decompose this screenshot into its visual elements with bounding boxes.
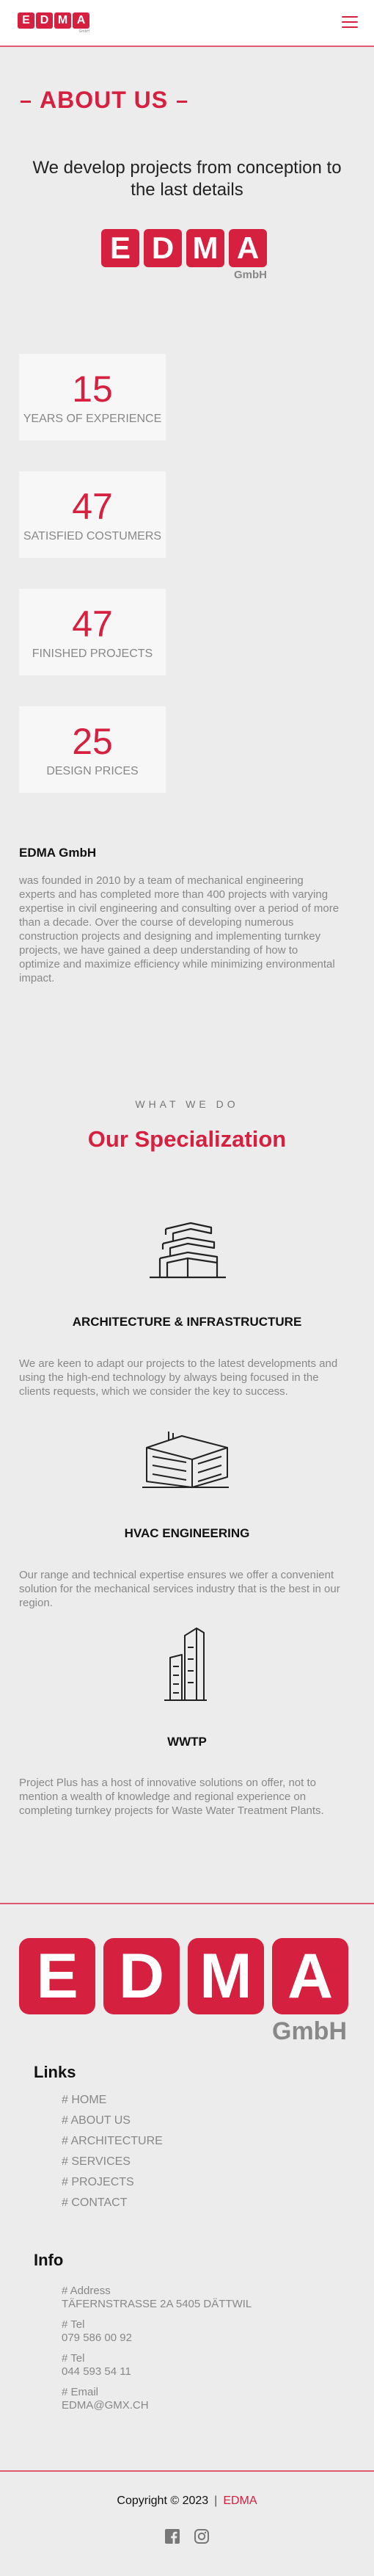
- logo-letter-e: E: [18, 12, 34, 29]
- copyright-bar: Copyright © 2023 | EDMA: [0, 2495, 374, 2508]
- footer-logo[interactable]: E D M A GmbH: [19, 1938, 348, 2045]
- footer-links-list: # HOME # ABOUT US # ARCHITECTURE # SERVI…: [62, 2094, 163, 2217]
- logo-letter-m: M: [186, 229, 224, 267]
- service-title-wwtp: WWTP: [167, 1735, 207, 1749]
- company-description: was founded in 2010 by a team of mechani…: [19, 874, 340, 984]
- stat-label: FINISHED PROJECTS: [32, 647, 153, 660]
- footer-links-heading: Links: [34, 2063, 76, 2081]
- top-navbar: E D M A GmbH: [0, 0, 374, 47]
- logo-letter-a: A: [272, 1938, 348, 2014]
- info-tel-1: # Tel 079 586 00 92: [62, 2318, 132, 2345]
- logo-letter-d: D: [103, 1938, 180, 2014]
- stat-label: DESIGN PRICES: [46, 765, 139, 777]
- info-label: # Address: [62, 2285, 111, 2297]
- logo-letter-e: E: [101, 229, 139, 267]
- company-name: EDMA GmbH: [19, 846, 97, 860]
- copyright-divider: [0, 2470, 374, 2472]
- stat-card-experience: 15 YEARS OF EXPERIENCE: [19, 354, 166, 440]
- info-tel-2: # Tel 044 593 54 11: [62, 2352, 131, 2379]
- info-address: # Address TÄFERNSTRASSE 2A 5405 DÄTTWIL: [62, 2285, 252, 2311]
- about-logo: E D M A GmbH: [101, 229, 267, 281]
- stat-label: YEARS OF EXPERIENCE: [23, 413, 162, 425]
- stat-number: 47: [72, 486, 113, 527]
- tower-buildings-icon: [164, 1628, 207, 1701]
- stat-card-customers: 47 SATISFIED COSTUMERS: [19, 471, 166, 558]
- info-value[interactable]: EDMA@GMX.CH: [62, 2399, 149, 2412]
- footer-link-about[interactable]: # ABOUT US: [62, 2114, 163, 2135]
- hvac-building-icon: [142, 1432, 229, 1488]
- footer-info-heading: Info: [34, 2251, 64, 2269]
- stat-number: 25: [72, 721, 113, 762]
- section-eyebrow: WHAT WE DO: [135, 1098, 239, 1110]
- service-description-architecture: We are keen to adapt our projects to the…: [19, 1357, 338, 1398]
- hamburger-menu-icon[interactable]: [342, 16, 358, 29]
- stat-number: 47: [72, 603, 113, 645]
- logo-letter-m: M: [54, 12, 71, 29]
- footer-divider: [0, 1903, 374, 1904]
- about-tagline: We develop projects from conception to t…: [32, 158, 342, 200]
- logo-letter-a: A: [73, 12, 89, 29]
- title-dash-right: [177, 101, 188, 104]
- logo-letter-d: D: [144, 229, 182, 267]
- footer-link-services[interactable]: # SERVICES: [62, 2155, 163, 2176]
- logo-letter-e: E: [19, 1938, 95, 2014]
- instagram-icon[interactable]: [194, 2528, 210, 2544]
- service-description-hvac: Our range and technical expertise ensure…: [19, 1569, 340, 1609]
- stat-card-design-prices: 25 DESIGN PRICES: [19, 706, 166, 793]
- copyright-brand-link[interactable]: EDMA: [223, 2495, 257, 2507]
- stat-number: 15: [72, 369, 113, 410]
- logo-letter-m: M: [188, 1938, 264, 2014]
- stat-card-projects: 47 FINISHED PROJECTS: [19, 589, 166, 675]
- info-label: # Tel: [62, 2318, 85, 2331]
- info-label: # Email: [62, 2386, 99, 2398]
- footer-link-contact[interactable]: # CONTACT: [62, 2196, 163, 2217]
- section-title: Our Specialization: [87, 1126, 287, 1152]
- service-title-hvac: HVAC ENGINEERING: [124, 1526, 250, 1540]
- copyright-separator: |: [214, 2495, 218, 2507]
- copyright-text: Copyright © 2023: [117, 2495, 209, 2507]
- info-value[interactable]: 044 593 54 11: [62, 2365, 131, 2379]
- footer-link-projects[interactable]: # PROJECTS: [62, 2176, 163, 2196]
- about-title: ABOUT US: [12, 87, 196, 114]
- service-description-wwtp: Project Plus has a host of innovative so…: [19, 1777, 324, 1817]
- logo-letter-a: A: [229, 229, 267, 267]
- logo-suffix: GmbH: [78, 29, 89, 34]
- footer-link-home[interactable]: # HOME: [62, 2094, 163, 2114]
- title-dash-left: [21, 101, 31, 104]
- footer-link-architecture[interactable]: # ARCHITECTURE: [62, 2135, 163, 2155]
- service-title-architecture: ARCHITECTURE & INFRASTRUCTURE: [72, 1315, 302, 1329]
- info-label: # Tel: [62, 2352, 85, 2365]
- logo-letter-d: D: [36, 12, 53, 29]
- header-logo[interactable]: E D M A GmbH: [18, 12, 89, 34]
- about-title-text: ABOUT US: [40, 87, 169, 113]
- logo-suffix: GmbH: [234, 269, 267, 281]
- info-value: TÄFERNSTRASSE 2A 5405 DÄTTWIL: [62, 2298, 252, 2310]
- stat-label: SATISFIED COSTUMERS: [23, 530, 162, 543]
- info-value[interactable]: 079 586 00 92: [62, 2332, 132, 2345]
- info-email: # Email EDMA@GMX.CH: [62, 2386, 149, 2412]
- facebook-icon[interactable]: [164, 2528, 180, 2544]
- logo-suffix: GmbH: [272, 2017, 347, 2045]
- architecture-building-icon: [150, 1222, 226, 1279]
